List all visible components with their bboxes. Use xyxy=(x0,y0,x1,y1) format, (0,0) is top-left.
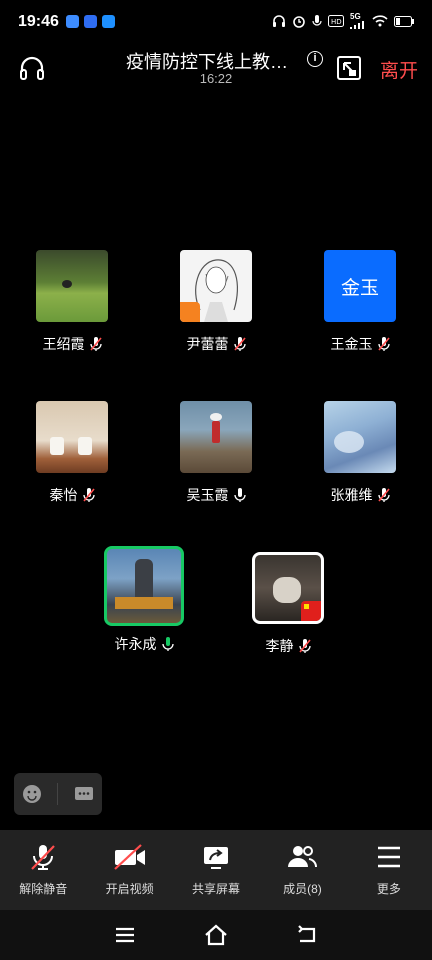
status-indicators: HD 5G xyxy=(272,13,414,29)
meeting-timer: 16:22 xyxy=(199,71,233,86)
emoji-icon[interactable] xyxy=(21,783,43,805)
meeting-toolbar: 解除静音 开启视频 共享屏幕 成员(8) 更多 xyxy=(0,830,432,910)
avatar-initials: 金玉 xyxy=(324,250,396,322)
mic-muted-icon xyxy=(298,639,311,653)
mic-status-icon xyxy=(312,15,322,26)
avatar: 金玉 xyxy=(324,250,396,322)
mic-on-icon xyxy=(233,488,246,502)
alarm-icon xyxy=(293,16,305,28)
app-notification-icon xyxy=(66,15,79,28)
unmute-button[interactable]: 解除静音 xyxy=(0,830,86,910)
mic-muted-icon xyxy=(89,337,102,351)
members-button[interactable]: 成员(8) xyxy=(259,830,345,910)
members-label: 成员(8) xyxy=(283,882,322,896)
svg-text:HD: HD xyxy=(331,18,342,26)
status-time: 19:46 xyxy=(18,13,59,30)
members-icon xyxy=(288,846,318,868)
info-icon[interactable]: i xyxy=(307,51,323,67)
org-badge xyxy=(180,302,200,322)
app-notification-icon xyxy=(102,15,115,28)
meeting-header: 疫情防控下线上教… i 16:22 离开 xyxy=(0,44,432,94)
status-bar: 19:46 HD 5G xyxy=(0,0,432,44)
participant-tile[interactable]: 许永成 xyxy=(89,546,199,654)
wifi-icon xyxy=(372,15,388,27)
mic-muted-icon xyxy=(377,488,390,502)
participant-tile[interactable]: 金玉 王金玉 xyxy=(305,250,415,354)
mic-muted-icon xyxy=(233,337,246,351)
participant-name: 李静 xyxy=(265,638,294,654)
hd-icon: HD xyxy=(328,15,344,27)
participant-name: 秦怡 xyxy=(49,487,78,503)
leave-button[interactable]: 离开 xyxy=(380,56,418,83)
divider xyxy=(57,783,59,805)
share-screen-button[interactable]: 共享屏幕 xyxy=(173,830,259,910)
video-button[interactable]: 开启视频 xyxy=(86,830,172,910)
signal-group: 5G xyxy=(350,13,366,29)
flag-badge xyxy=(301,601,321,621)
headphone-status-icon xyxy=(273,15,285,27)
participant-tile[interactable]: 王绍霞 xyxy=(17,250,127,354)
avatar xyxy=(180,250,252,322)
avatar xyxy=(252,552,324,624)
avatar xyxy=(36,401,108,473)
participant-name: 张雅维 xyxy=(330,487,373,503)
network-type: 5G xyxy=(350,12,361,21)
avatar xyxy=(324,401,396,473)
more-label: 更多 xyxy=(376,882,401,896)
mic-active-icon xyxy=(161,637,174,651)
participant-tile[interactable]: 尹蕾蕾 xyxy=(161,250,271,354)
mic-muted-icon xyxy=(377,337,390,351)
camera-off-icon xyxy=(113,844,145,870)
signal-icon xyxy=(350,21,364,29)
back-icon[interactable] xyxy=(296,925,318,945)
avatar xyxy=(180,401,252,473)
recent-apps-icon[interactable] xyxy=(114,925,136,945)
mic-muted-icon xyxy=(31,845,55,870)
share-screen-icon xyxy=(204,847,229,869)
mic-muted-icon xyxy=(82,488,95,502)
video-label: 开启视频 xyxy=(105,882,154,896)
participant-name: 吴玉霞 xyxy=(186,487,229,503)
avatar-speaking xyxy=(104,546,184,626)
app-notification-icon xyxy=(84,15,97,28)
menu-icon xyxy=(377,846,400,868)
status-app-icons xyxy=(66,15,115,28)
home-icon[interactable] xyxy=(204,924,228,946)
participant-tile[interactable]: 李静 xyxy=(233,552,343,656)
unmute-label: 解除静音 xyxy=(19,882,68,896)
participant-name: 尹蕾蕾 xyxy=(186,336,229,352)
system-nav-bar xyxy=(0,910,432,960)
participant-tile[interactable]: 秦怡 xyxy=(17,401,127,505)
minimize-window-icon[interactable] xyxy=(335,54,363,82)
battery-icon xyxy=(394,15,414,27)
more-button[interactable]: 更多 xyxy=(346,830,432,910)
chat-icon[interactable] xyxy=(73,783,95,805)
avatar xyxy=(36,250,108,322)
participant-name: 许永成 xyxy=(114,636,157,652)
reaction-bar xyxy=(14,773,102,815)
share-screen-label: 共享屏幕 xyxy=(192,882,241,896)
participant-name: 王绍霞 xyxy=(42,336,85,352)
participant-name: 王金玉 xyxy=(330,336,373,352)
participant-tile[interactable]: 张雅维 xyxy=(305,401,415,505)
participant-tile[interactable]: 吴玉霞 xyxy=(161,401,271,505)
